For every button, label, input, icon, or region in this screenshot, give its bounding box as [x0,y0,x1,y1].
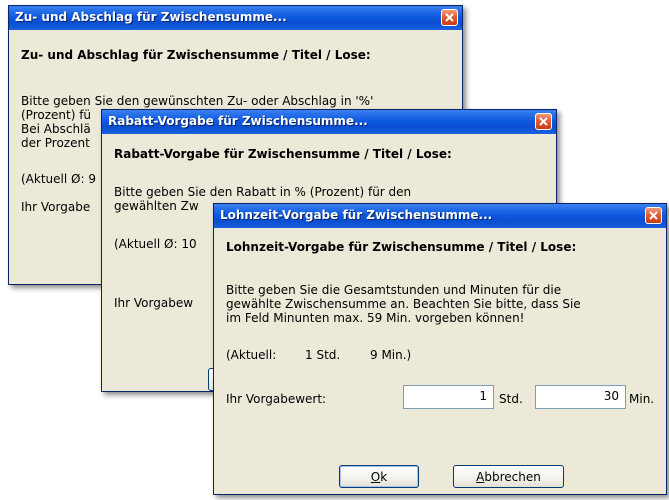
instruction-line-1: Bitte geben Sie den Rabatt in % (Prozent… [114,185,412,199]
close-button[interactable] [535,113,552,130]
dialog-title: Rabatt-Vorgabe für Zwischensumme... [108,114,368,128]
close-icon [649,211,658,220]
instruction-line-2: gewählten Zw [114,199,199,213]
dialog-heading: Rabatt-Vorgabe für Zwischensumme / Titel… [114,147,452,161]
minutes-input[interactable]: 30 [535,385,626,409]
dialog-heading: Zu- und Abschlag für Zwischensumme / Tit… [21,48,371,62]
dialog-title: Zu- und Abschlag für Zwischensumme... [15,10,287,24]
close-icon [445,13,454,22]
current-minutes: 9 Min.) [370,348,412,362]
current-value-text: (Aktuell Ø: 9 [21,172,96,186]
instruction-line-3: im Feld Minunten max. 59 Min. vorgeben k… [226,311,525,325]
dialog-lohnzeit: Lohnzeit-Vorgabe für Zwischensumme... Lo… [213,203,667,495]
dialog-heading: Lohnzeit-Vorgabe für Zwischensumme / Tit… [226,240,577,254]
dialog-lohnzeit-titlebar[interactable]: Lohnzeit-Vorgabe für Zwischensumme... [214,204,666,228]
ok-label-underlined: O [370,470,381,484]
cancel-button[interactable]: Abbrechen [453,465,564,488]
input-label: Ihr Vorgabe [21,200,91,214]
instruction-line-4: der Prozent [21,136,90,150]
instruction-line-2: (Prozent) fü [21,108,92,122]
close-button[interactable] [645,207,662,224]
input-label: Ihr Vorgabewert: [226,392,327,406]
current-value-text: (Aktuell Ø: 10 [114,237,197,251]
minutes-unit-label: Min. [629,392,655,406]
close-button[interactable] [441,9,458,26]
current-hours: 1 Std. [305,348,341,362]
close-icon [539,117,548,126]
dialog-rabatt-titlebar[interactable]: Rabatt-Vorgabe für Zwischensumme... [102,110,556,134]
hours-input[interactable]: 1 [403,385,494,409]
instruction-line-2: gewählte Zwischensumme an. Beachten Sie … [226,297,581,311]
ok-button[interactable]: Ok [339,465,419,488]
ok-label-rest: k [380,470,388,484]
instruction-line-1: Bitte geben Sie den gewünschten Zu- oder… [21,94,374,108]
hours-unit-label: Std. [499,392,523,406]
cancel-label-rest: bbrechen [484,470,541,484]
input-label: Ihr Vorgabew [114,296,194,310]
current-label: (Aktuell: [226,348,277,362]
dialog-zu-abschlag-titlebar[interactable]: Zu- und Abschlag für Zwischensumme... [9,6,462,30]
instruction-line-3: Bei Abschlä [21,122,91,136]
instruction-line-1: Bitte geben Sie die Gesamtstunden und Mi… [226,283,562,297]
dialog-title: Lohnzeit-Vorgabe für Zwischensumme... [220,208,493,222]
